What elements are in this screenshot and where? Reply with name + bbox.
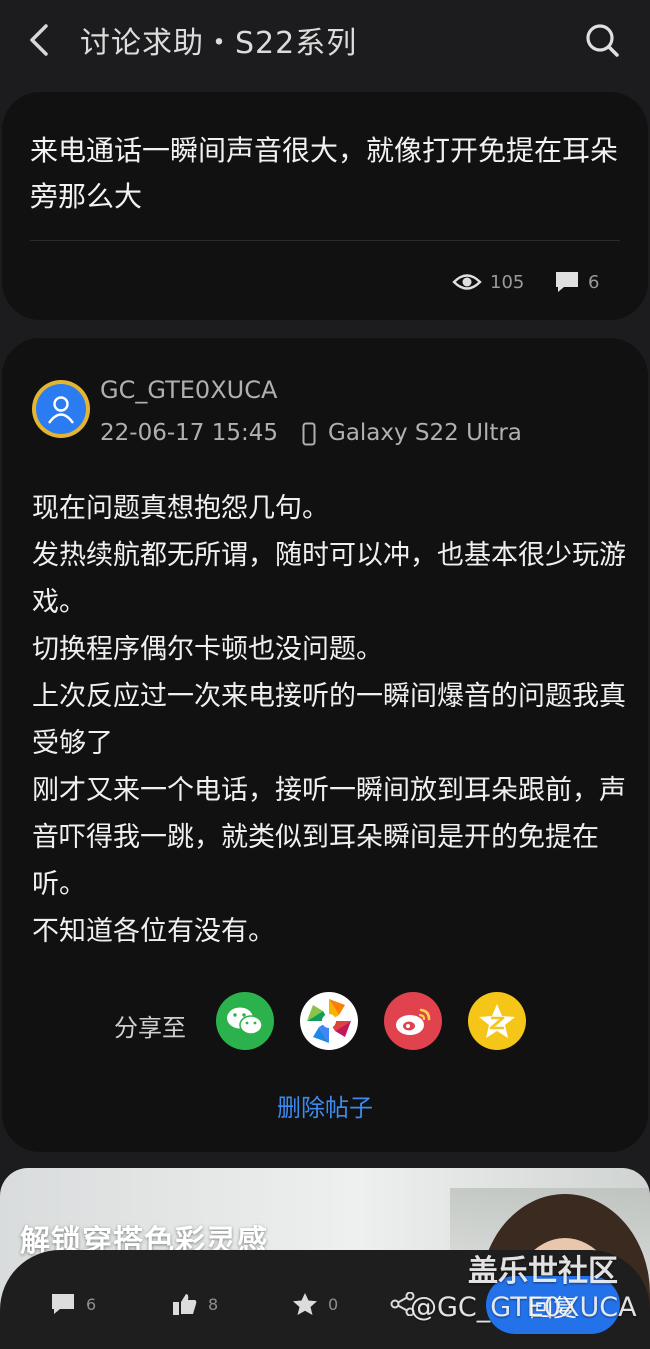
- view-count-value: 105: [490, 271, 525, 293]
- like-button[interactable]: 8: [172, 1292, 218, 1316]
- wechat-icon: [227, 1007, 263, 1035]
- question-text: 来电通话一瞬间声音很大，就像打开免提在耳朵旁那么大: [30, 134, 619, 213]
- share-wechat-button[interactable]: [216, 992, 274, 1050]
- moments-icon: [305, 997, 353, 1045]
- page-title: 讨论求助・S22系列: [80, 26, 358, 61]
- bottom-comment-button[interactable]: 6: [50, 1292, 96, 1316]
- like-count-value: 8: [208, 1294, 219, 1314]
- post-line: 现在问题真想抱怨几句。: [32, 493, 329, 524]
- eye-icon: [452, 274, 482, 290]
- post-date: 22-06-17 15:45: [100, 420, 278, 446]
- weibo-icon: [396, 1008, 431, 1035]
- post-line: 刚才又来一个电话，接听一瞬间放到耳朵跟前，声音吓得我一跳，就类似到耳朵瞬间是开的…: [32, 775, 626, 900]
- divider: [30, 240, 620, 241]
- qzone-icon: [479, 1004, 515, 1038]
- post-card: GC_GTE0XUCA 22-06-17 15:45 Galaxy S22 Ul…: [2, 338, 648, 1152]
- share-label: 分享至: [114, 1014, 186, 1042]
- search-button[interactable]: [580, 18, 624, 62]
- post-line: 发热续航都无所谓，随时可以冲，也基本很少玩游戏。: [32, 540, 626, 618]
- favorite-button[interactable]: 0: [292, 1292, 338, 1316]
- share-weibo-button[interactable]: [384, 992, 442, 1050]
- share-qzone-button[interactable]: [468, 992, 526, 1050]
- thumbs-up-icon: [173, 1294, 197, 1315]
- post-line: 切换程序偶尔卡顿也没问题。: [32, 634, 383, 665]
- username[interactable]: GC_GTE0XUCA: [100, 376, 277, 404]
- share-moments-button[interactable]: [300, 992, 358, 1050]
- user-icon: [48, 396, 74, 424]
- watermark-community: 盖乐世社区: [468, 1254, 618, 1289]
- post-line: 上次反应过一次来电接听的一瞬间爆音的问题我真受够了: [32, 681, 626, 759]
- star-icon: [293, 1293, 317, 1315]
- view-count: 105: [452, 264, 524, 300]
- search-icon: [586, 24, 619, 57]
- avatar[interactable]: [32, 380, 90, 438]
- favorite-count-value: 0: [328, 1294, 339, 1314]
- comment-icon: [556, 272, 578, 292]
- comment-count-value: 6: [86, 1294, 97, 1314]
- chevron-left-icon: [30, 24, 48, 56]
- post-body: 现在问题真想抱怨几句。 发热续航都无所谓，随时可以冲，也基本很少玩游戏。 切换程…: [32, 485, 632, 955]
- comment-count[interactable]: 6: [554, 264, 599, 300]
- delete-post-link[interactable]: 删除帖子: [2, 1088, 648, 1123]
- phone-icon: [302, 422, 316, 446]
- back-button[interactable]: [22, 20, 58, 60]
- comment-count-value: 6: [588, 271, 600, 293]
- watermark-user: @GC_GTE0XUCA: [410, 1292, 637, 1323]
- device-name: Galaxy S22 Ultra: [328, 420, 522, 446]
- question-card: 来电通话一瞬间声音很大，就像打开免提在耳朵旁那么大 105 6: [2, 92, 648, 320]
- post-line: 不知道各位有没有。: [32, 916, 275, 947]
- top-bar: 讨论求助・S22系列: [0, 0, 650, 84]
- comment-icon: [52, 1294, 74, 1314]
